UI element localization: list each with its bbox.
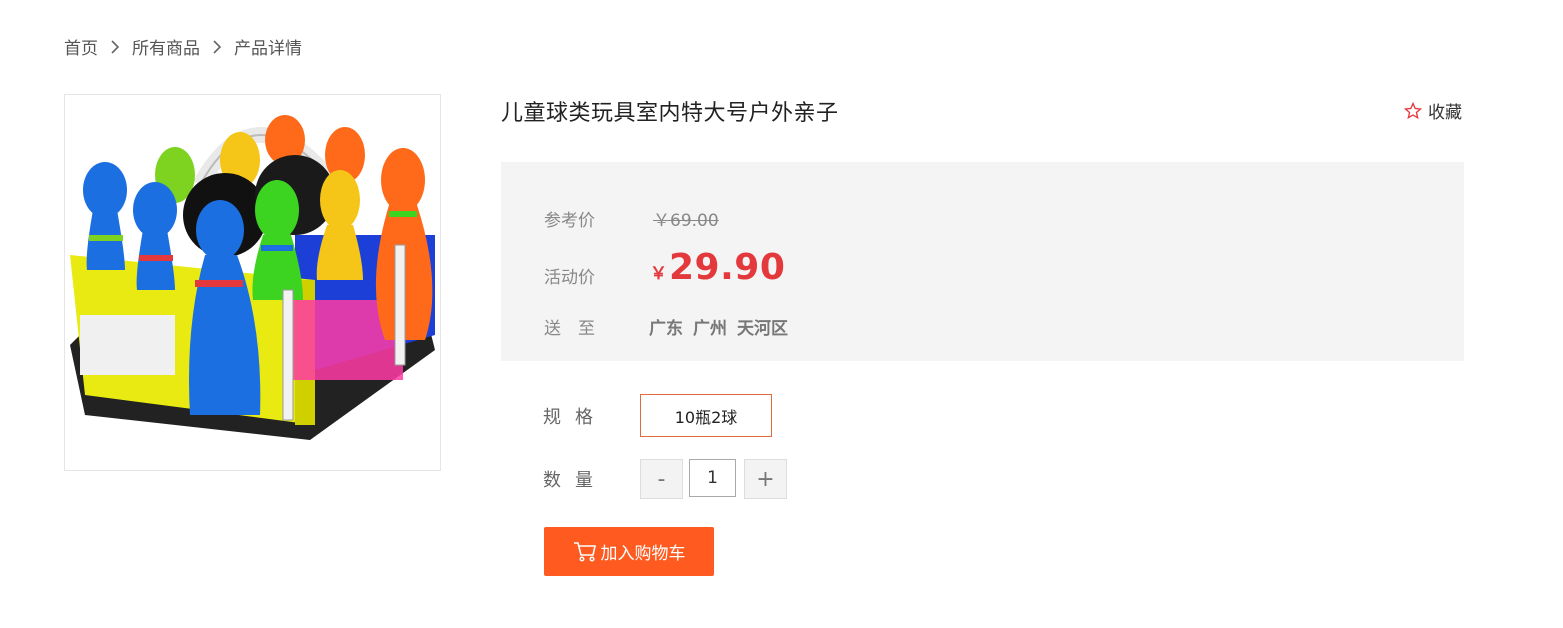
ship-province: 广东: [649, 319, 683, 339]
product-title: 儿童球类玩具室内特大号户外亲子: [501, 101, 839, 126]
spec-label: 规格: [543, 407, 607, 428]
ship-city: 广州: [693, 319, 727, 339]
ship-to-label: 送 至: [544, 319, 595, 339]
breadcrumb-all-products[interactable]: 所有商品: [132, 34, 200, 59]
ref-price-label: 参考价: [544, 211, 595, 231]
ship-location[interactable]: 广东 广州 天河区: [649, 314, 788, 339]
chevron-right-icon: [210, 39, 224, 54]
add-to-cart-button[interactable]: 加入购物车: [544, 527, 714, 576]
quantity-label: 数量: [543, 470, 607, 491]
breadcrumb-current: 产品详情: [234, 39, 302, 59]
chevron-right-icon: [108, 39, 122, 54]
breadcrumb: 首页 所有商品 产品详情: [64, 34, 302, 59]
price-panel: 参考价 ￥69.00 活动价 ￥ 29.90 送 至 广东 广州 天河区: [501, 162, 1464, 361]
cart-icon: [573, 541, 597, 563]
quantity-input[interactable]: [689, 459, 736, 497]
add-to-cart-label: 加入购物车: [600, 544, 686, 564]
favorite-label: 收藏: [1428, 103, 1462, 123]
quantity-plus-button[interactable]: +: [744, 459, 787, 499]
bowling-toy-illustration: [70, 115, 435, 440]
currency-symbol: ￥: [650, 264, 667, 284]
product-image[interactable]: [64, 94, 441, 471]
promo-price: ￥ 29.90: [650, 247, 785, 288]
star-icon: [1404, 101, 1422, 120]
promo-price-label: 活动价: [544, 268, 595, 288]
ref-price-value: ￥69.00: [653, 211, 719, 231]
ship-district: 天河区: [737, 319, 788, 339]
spec-option-selected[interactable]: 10瓶2球: [640, 394, 772, 437]
promo-price-value: 29.90: [669, 247, 786, 288]
breadcrumb-home[interactable]: 首页: [64, 34, 98, 59]
quantity-minus-button[interactable]: -: [640, 459, 683, 499]
favorite-button[interactable]: 收藏: [1404, 98, 1462, 123]
